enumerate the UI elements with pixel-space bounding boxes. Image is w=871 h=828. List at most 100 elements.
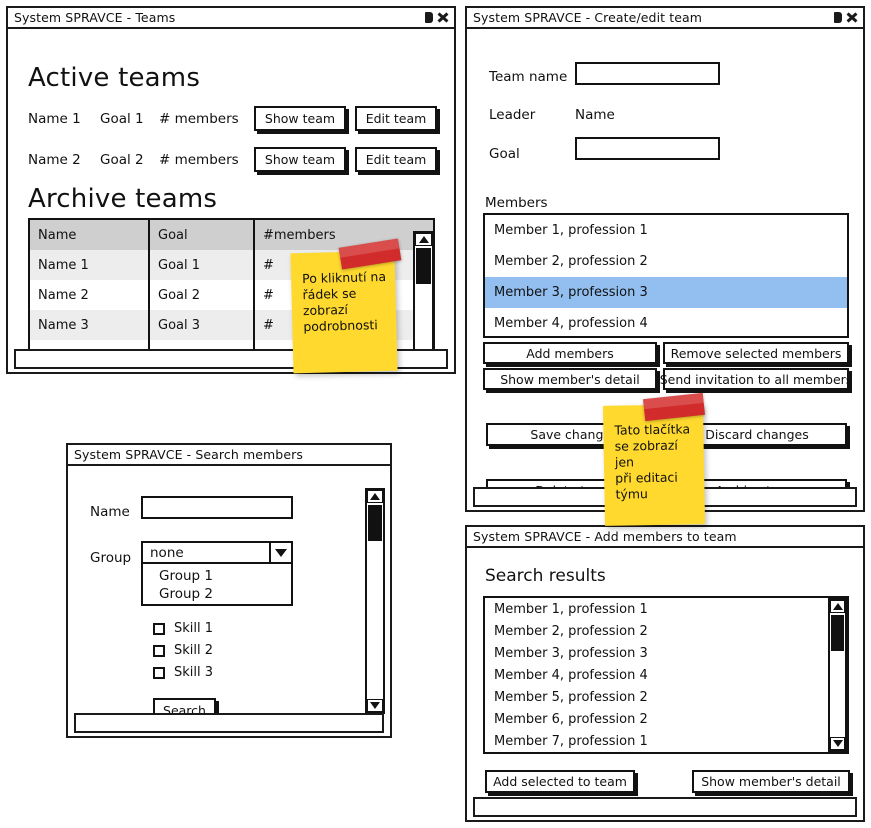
result-list-item[interactable]: Member 4, profession 4 (485, 664, 847, 686)
add-selected-to-team-button[interactable]: Add selected to team (485, 770, 635, 793)
checkbox-skill-2[interactable] (153, 644, 165, 657)
window-title: System SPRAVCE - Teams (14, 10, 176, 25)
scroll-up-arrow[interactable] (830, 600, 845, 613)
show-team-button[interactable]: Show team (254, 147, 346, 172)
skill-label: Skill 1 (174, 621, 214, 636)
scroll-up-arrow[interactable] (415, 233, 432, 246)
search-members-scrollbar[interactable] (365, 488, 385, 714)
member-list-item[interactable]: Member 2, profession 2 (485, 246, 847, 277)
window-controls (425, 12, 450, 23)
sticky-note-text: Tato tlačítka se zobrazí jen při editaci… (614, 421, 691, 502)
team-name-input[interactable] (575, 62, 720, 85)
cell-goal: Goal 3 (150, 310, 255, 340)
add-members-button[interactable]: Add members (483, 342, 657, 364)
scroll-thumb[interactable] (416, 248, 431, 284)
triangle-down-glyph (275, 548, 287, 557)
cell-goal: Goal 2 (150, 280, 255, 310)
send-invitation-button[interactable]: Send invitation to all members (660, 368, 852, 390)
team-goal: Goal 1 (100, 111, 144, 127)
scroll-track[interactable] (367, 503, 383, 699)
scroll-thumb[interactable] (831, 615, 844, 651)
maximize-icon[interactable] (834, 12, 842, 23)
skill-label: Skill 3 (174, 665, 214, 680)
result-list-item[interactable]: Member 3, profession 3 (485, 642, 847, 664)
edit-team-button[interactable]: Edit team (355, 147, 437, 172)
maximize-icon[interactable] (425, 12, 433, 23)
scroll-thumb[interactable] (368, 505, 382, 541)
checkbox-skill-3[interactable] (153, 666, 165, 679)
triangle-up-icon (370, 493, 380, 500)
member-list-item-selected[interactable]: Member 3, profession 3 (485, 277, 847, 308)
triangle-down-icon (370, 702, 380, 709)
archive-table-scrollbar[interactable] (413, 231, 434, 366)
group-label: Group (90, 550, 132, 566)
triangle-up-icon (832, 603, 843, 610)
group-dropdown[interactable]: none (141, 541, 293, 564)
name-label: Name (90, 504, 130, 520)
column-header-members: #members (263, 227, 336, 243)
active-team-row[interactable]: Name 2 Goal 2 # members Show team Edit t… (28, 147, 448, 177)
show-team-button[interactable]: Show team (254, 106, 346, 131)
cell-name: Name 1 (30, 250, 150, 280)
titlebar-search-members[interactable]: System SPRAVCE - Search members (68, 445, 390, 466)
add-members-body: Search results Member 1, profession 1 Me… (467, 548, 863, 822)
team-goal: Goal 2 (100, 152, 144, 168)
result-list-item[interactable]: Member 6, profession 2 (485, 708, 847, 730)
search-results-listbox[interactable]: Member 1, profession 1 Member 2, profess… (483, 596, 849, 754)
triangle-down-icon (832, 740, 843, 747)
leader-label: Leader (489, 107, 536, 123)
active-team-row[interactable]: Name 1 Goal 1 # members Show team Edit t… (28, 106, 448, 136)
dropdown-option[interactable]: Group 1 (143, 567, 291, 585)
member-list-item[interactable]: Member 1, profession 1 (485, 215, 847, 246)
status-bar (74, 713, 384, 733)
titlebar-add-members[interactable]: System SPRAVCE - Add members to team (467, 527, 863, 548)
result-list-item[interactable]: Member 5, profession 2 (485, 686, 847, 708)
scroll-track[interactable] (830, 613, 845, 737)
scroll-down-arrow[interactable] (367, 699, 383, 712)
search-results-scrollbar[interactable] (828, 598, 847, 752)
titlebar-teams[interactable]: System SPRAVCE - Teams (8, 8, 454, 29)
checkbox-skill-1[interactable] (153, 622, 165, 635)
status-bar (473, 797, 857, 817)
dropdown-option[interactable]: Group 2 (143, 585, 291, 603)
group-dropdown-options[interactable]: Group 1 Group 2 (141, 564, 293, 606)
sticky-note-edit-only-buttons: Tato tlačítka se zobrazí jen při editaci… (602, 404, 706, 526)
group-dropdown-value: none (150, 544, 184, 561)
scroll-down-arrow[interactable] (830, 737, 845, 750)
skill-checkbox-row[interactable]: Skill 1 (153, 621, 213, 636)
skill-checkbox-row[interactable]: Skill 2 (153, 643, 213, 658)
name-input[interactable] (141, 496, 293, 519)
show-members-detail-button[interactable]: Show member's detail (483, 368, 657, 390)
remove-selected-members-button[interactable]: Remove selected members (663, 342, 849, 364)
goal-label: Goal (489, 146, 520, 162)
skill-label: Skill 2 (174, 643, 214, 658)
close-icon[interactable] (846, 12, 857, 23)
skill-checkbox-row[interactable]: Skill 3 (153, 665, 213, 680)
goal-input[interactable] (575, 137, 720, 160)
titlebar-create-edit-team[interactable]: System SPRAVCE - Create/edit team (467, 8, 863, 29)
result-list-item[interactable]: Member 1, profession 1 (485, 598, 847, 620)
archive-teams-heading: Archive teams (28, 184, 218, 214)
result-list-item[interactable]: Member 2, profession 2 (485, 620, 847, 642)
scroll-track[interactable] (415, 246, 432, 351)
column-header-goal: Goal (150, 220, 255, 250)
triangle-up-icon (418, 236, 429, 243)
team-name-label: Team name (489, 69, 568, 85)
cell-name: Name 3 (30, 310, 150, 340)
window-title: System SPRAVCE - Search members (74, 447, 303, 462)
active-teams-heading: Active teams (28, 63, 201, 93)
scroll-up-arrow[interactable] (367, 490, 383, 503)
close-icon[interactable] (437, 12, 448, 23)
search-members-body: Name Group none Group 1 Group 2 Skill 1 … (68, 466, 390, 738)
member-list-item[interactable]: Member 4, profession 4 (485, 308, 847, 336)
members-listbox[interactable]: Member 1, profession 1 Member 2, profess… (483, 213, 849, 338)
window-controls (834, 12, 859, 23)
sticky-note-text: Po kliknutí na řádek se zobrazí podrobno… (301, 268, 387, 335)
chevron-down-icon[interactable] (269, 543, 291, 562)
result-list-item[interactable]: Member 7, profession 1 (485, 730, 847, 752)
show-members-detail-button[interactable]: Show member's detail (692, 770, 850, 793)
edit-team-button[interactable]: Edit team (355, 106, 437, 131)
search-results-heading: Search results (485, 566, 606, 586)
column-header-name: Name (30, 220, 150, 250)
window-add-members-to-team: System SPRAVCE - Add members to team Sea… (465, 525, 865, 822)
